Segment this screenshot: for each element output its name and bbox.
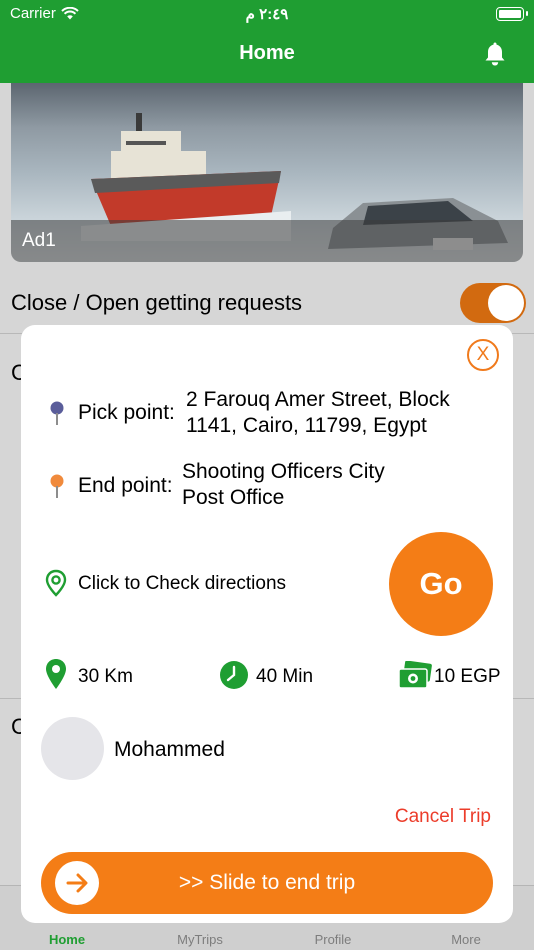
tab-profile[interactable]: Profile bbox=[283, 932, 383, 947]
passenger-name: Mohammed bbox=[114, 738, 225, 761]
clock-icon bbox=[220, 661, 248, 689]
slide-label: >> Slide to end trip bbox=[178, 871, 356, 894]
ad-banner[interactable]: Ad1 bbox=[11, 83, 523, 262]
slide-to-end-trip[interactable]: >> Slide to end trip bbox=[41, 852, 493, 914]
go-button[interactable]: Go bbox=[389, 532, 493, 636]
page-title: Home bbox=[239, 42, 295, 64]
end-point-label: End point: bbox=[78, 474, 173, 497]
status-time: ٢:٤٩ م bbox=[245, 6, 289, 23]
tab-mytrips[interactable]: MyTrips bbox=[150, 932, 250, 947]
distance-marker-icon bbox=[46, 659, 66, 689]
location-pin-icon bbox=[45, 569, 67, 597]
navigation-bar: Carrier ٢:٤٩ م Home bbox=[0, 0, 534, 83]
tab-more[interactable]: More bbox=[416, 932, 516, 947]
avatar bbox=[41, 717, 104, 780]
end-point-address: Shooting Officers City Post Office bbox=[182, 460, 385, 509]
end-point-pin-icon bbox=[50, 474, 64, 498]
pick-point-address: 2 Farouq Amer Street, Block 1141, Cairo,… bbox=[186, 388, 450, 437]
cancel-trip-button[interactable]: Cancel Trip bbox=[395, 806, 491, 828]
distance-value: 30 Km bbox=[78, 666, 133, 687]
pick-point-label: Pick point: bbox=[78, 401, 175, 424]
ad-label: Ad1 bbox=[22, 230, 56, 251]
notification-bell-icon[interactable] bbox=[484, 41, 506, 67]
pick-point-pin-icon bbox=[50, 401, 64, 425]
duration-value: 40 Min bbox=[256, 666, 314, 687]
requests-toggle[interactable] bbox=[460, 283, 526, 323]
status-bar: Carrier ٢:٤٩ م bbox=[0, 0, 534, 28]
trip-dialog: X Pick point: 2 Farouq Amer Street, Bloc… bbox=[21, 325, 513, 923]
close-button[interactable]: X bbox=[467, 339, 499, 371]
check-directions-link[interactable]: Click to Check directions bbox=[78, 573, 286, 595]
cash-icon bbox=[398, 661, 432, 689]
battery-icon bbox=[496, 7, 528, 21]
tab-home[interactable]: Home bbox=[17, 932, 117, 947]
price-value: 10 EGP bbox=[434, 666, 501, 687]
requests-label: Close / Open getting requests bbox=[11, 290, 303, 315]
